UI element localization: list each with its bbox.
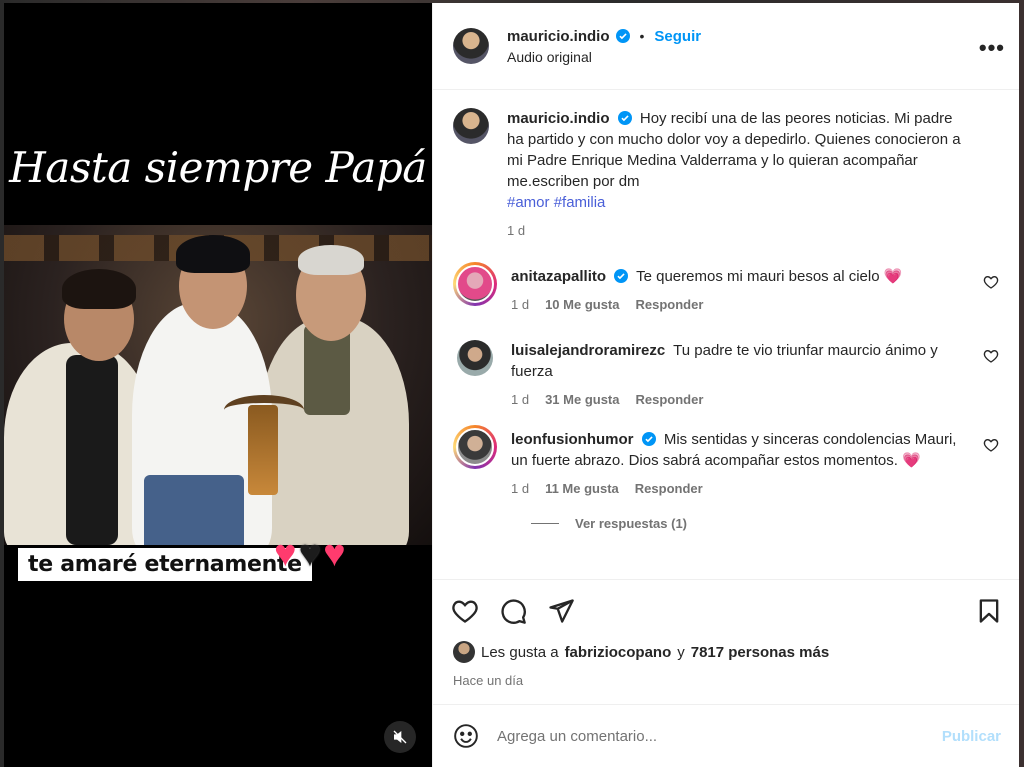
heart-emoji-icon: 💗 (902, 452, 921, 469)
view-replies-label: Ver respuestas (1) (575, 516, 688, 531)
separator-dot: • (639, 28, 645, 44)
like-comment-heart-icon[interactable] (983, 274, 999, 290)
heart-icon: ♥ (323, 533, 346, 575)
heart-icon: ♥ (274, 533, 297, 575)
verified-badge-icon (615, 29, 630, 43)
comment-icon[interactable] (499, 597, 527, 625)
like-heart-icon[interactable] (451, 597, 479, 625)
comment-likes-count[interactable]: 31 Me gusta (545, 392, 619, 407)
likes-summary: Les gusta a fabriziocopano y 7817 person… (433, 641, 1019, 663)
view-replies-button[interactable]: Ver respuestas (1) (531, 516, 1001, 531)
comment-time[interactable]: 1 d (511, 297, 529, 312)
liker-avatar[interactable] (453, 641, 475, 663)
post-details-panel: mauricio.indio • Seguir Audio original •… (432, 3, 1019, 767)
caption-username[interactable]: mauricio.indio (507, 110, 610, 127)
publish-button[interactable]: Publicar (942, 728, 1001, 745)
post-modal: Hasta siempre Papá te amaré eternamente … (4, 3, 1019, 767)
comment-item: luisalejandroramirezc Tu padre te vio tr… (453, 336, 1001, 407)
comment-item: anitazapallito Te queremos mi mauri beso… (453, 262, 1001, 312)
verified-badge-icon (614, 269, 629, 283)
liker-username[interactable]: fabriziocopano (565, 644, 672, 661)
comment-likes-count[interactable]: 11 Me gusta (545, 481, 619, 496)
muted-speaker-icon (393, 730, 407, 744)
like-comment-heart-icon[interactable] (983, 348, 999, 364)
caption-time[interactable]: 1 d (507, 223, 525, 238)
verified-badge-icon (617, 111, 632, 125)
replies-line (531, 523, 559, 524)
post-media[interactable]: Hasta siempre Papá te amaré eternamente … (4, 3, 432, 767)
post-header: mauricio.indio • Seguir Audio original •… (433, 3, 1019, 90)
media-caption-strip: te amaré eternamente (16, 546, 314, 583)
mute-toggle-button[interactable] (384, 721, 416, 753)
likes-connector: y (677, 643, 685, 661)
reply-button[interactable]: Responder (636, 392, 704, 407)
comments-list[interactable]: mauricio.indio Hoy recibí una de las peo… (433, 90, 1019, 579)
author-avatar[interactable] (453, 28, 489, 64)
comment-likes-count[interactable]: 10 Me gusta (545, 297, 619, 312)
hashtag-link[interactable]: #familia (554, 194, 606, 211)
post-caption: mauricio.indio Hoy recibí una de las peo… (453, 108, 1001, 238)
commenter-avatar[interactable] (457, 340, 493, 376)
author-avatar[interactable] (453, 108, 489, 144)
hashtag-link[interactable]: #amor (507, 194, 550, 211)
commenter-username[interactable]: leonfusionhumor (511, 431, 634, 448)
comment-item: leonfusionhumor Mis sentidas y sinceras … (453, 425, 1001, 496)
comment-text: Te queremos mi mauri besos al cielo (636, 268, 880, 285)
reply-button[interactable]: Responder (636, 297, 704, 312)
emoji-icon[interactable] (453, 723, 479, 749)
likes-prefix: Les gusta a (481, 643, 559, 661)
heart-icon: ♥ (298, 533, 322, 575)
media-title-text: Hasta siempre Papá (9, 143, 427, 192)
commenter-username[interactable]: anitazapallito (511, 268, 606, 285)
others-likes-count[interactable]: 7817 personas más (691, 644, 829, 661)
commenter-avatar[interactable] (456, 265, 494, 303)
heart-emoji-icon: 💗 (883, 268, 903, 285)
comment-time[interactable]: 1 d (511, 392, 529, 407)
reply-button[interactable]: Responder (635, 481, 703, 496)
comment-time[interactable]: 1 d (511, 481, 529, 496)
audio-label[interactable]: Audio original (507, 49, 701, 65)
family-photo (4, 225, 432, 545)
author-username[interactable]: mauricio.indio (507, 28, 610, 45)
hearts-sticker: ♥ ♥ ♥ (274, 535, 346, 573)
comment-composer: Publicar (433, 705, 1019, 767)
commenter-avatar[interactable] (456, 428, 494, 466)
comment-input[interactable] (497, 727, 924, 745)
share-send-icon[interactable] (547, 597, 575, 625)
post-time-ago[interactable]: Hace un día (433, 663, 1019, 705)
verified-badge-icon (641, 432, 656, 446)
post-action-bar (433, 579, 1019, 641)
follow-button[interactable]: Seguir (654, 28, 701, 45)
save-bookmark-icon[interactable] (975, 597, 1003, 625)
like-comment-heart-icon[interactable] (983, 437, 999, 453)
commenter-username[interactable]: luisalejandroramirezc (511, 342, 665, 359)
more-options-icon[interactable]: ••• (979, 35, 1005, 61)
